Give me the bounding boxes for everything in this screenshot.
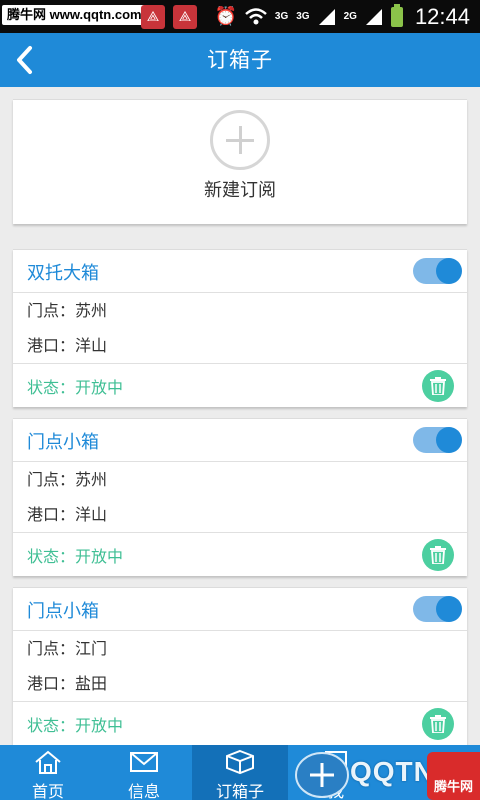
origin-text: 门点：苏州 — [27, 470, 108, 489]
subscription-card: 门点小箱 门点：苏州 港口：洋山 状态：开放中 — [13, 418, 467, 576]
network-2g-label: 2G — [343, 11, 357, 22]
status-text: 状态：开放中 — [27, 547, 124, 566]
title-bar: 订箱子 — [0, 33, 480, 87]
card-header: 门点小箱 — [13, 419, 467, 462]
signal-icon — [318, 8, 335, 25]
app-notification-icon: ⟁ — [141, 5, 165, 29]
new-subscription-label: 新建订阅 — [204, 180, 276, 201]
watermark-badge: 腾牛网 — [427, 752, 480, 800]
trash-icon — [430, 377, 446, 395]
status-bar: 腾牛网 www.qqtn.com ⟁ ⟁ ⏰ 3G 3G 2G 12:44 — [0, 0, 480, 33]
status-text: 状态：开放中 — [27, 378, 124, 397]
origin-text: 门点：苏州 — [27, 301, 108, 320]
status-icons: ⏰ 3G 3G 2G 12:44 — [214, 0, 470, 33]
card-header: 门点小箱 — [13, 588, 467, 631]
card-footer: 状态：开放中 — [13, 532, 467, 576]
network-3g-label: 3G — [274, 11, 289, 22]
delete-button[interactable] — [422, 370, 454, 402]
nav-item-home[interactable]: 首页 — [0, 745, 96, 800]
delete-button[interactable] — [422, 539, 454, 571]
enable-toggle[interactable] — [413, 596, 462, 622]
delete-button[interactable] — [422, 708, 454, 740]
subscription-card: 门点小箱 门点：江门 港口：盐田 状态：开放中 — [13, 587, 467, 745]
wifi-icon — [245, 7, 267, 24]
nav-label: 首页 — [31, 782, 64, 800]
enable-toggle[interactable] — [413, 427, 462, 453]
app-notification-icon: ⟁ — [173, 5, 197, 29]
watermark-label: 腾牛网 www.qqtn.com — [2, 5, 147, 25]
home-icon — [35, 750, 61, 774]
card-footer: 状态：开放中 — [13, 363, 467, 407]
card-footer: 状态：开放中 — [13, 701, 467, 745]
toggle-knob — [436, 258, 462, 284]
signal-icon — [365, 8, 382, 25]
port-text: 港口：盐田 — [27, 674, 108, 693]
port-text: 港口：洋山 — [27, 336, 108, 355]
nav-item-order-box[interactable]: 订箱子 — [192, 745, 288, 800]
subscription-card: 双托大箱 门点：苏州 港口：洋山 状态：开放中 — [13, 249, 467, 407]
nav-label: 信息 — [127, 782, 160, 800]
card-title: 门点小箱 — [27, 432, 99, 453]
toggle-knob — [436, 596, 462, 622]
trash-icon — [430, 546, 446, 564]
battery-icon — [390, 3, 403, 27]
network-3g-label: 3G — [296, 11, 310, 22]
enable-toggle[interactable] — [413, 258, 462, 284]
mail-icon — [130, 752, 158, 772]
nav-label: 订箱子 — [215, 782, 264, 800]
card-title: 双托大箱 — [27, 263, 99, 284]
card-title: 门点小箱 — [27, 601, 99, 622]
new-subscription-button[interactable]: 新建订阅 — [13, 99, 467, 224]
origin-text: 门点：江门 — [27, 639, 108, 658]
toggle-knob — [436, 427, 462, 453]
nav-item-messages[interactable]: 信息 — [96, 745, 192, 800]
add-circle-icon — [210, 110, 270, 170]
alarm-icon: ⏰ — [214, 6, 237, 27]
port-text: 港口：洋山 — [27, 505, 108, 524]
clock: 12:44 — [414, 3, 470, 29]
page-title: 订箱子 — [207, 48, 273, 72]
box-icon — [226, 749, 254, 775]
trash-icon — [430, 715, 446, 733]
card-header: 双托大箱 — [13, 250, 467, 293]
status-text: 状态：开放中 — [27, 716, 124, 735]
